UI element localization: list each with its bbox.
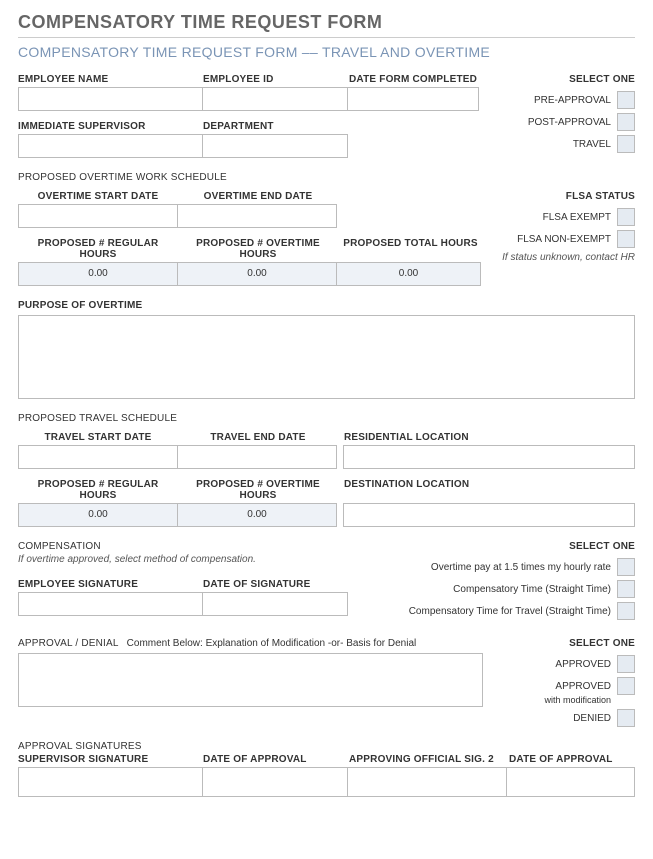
ot-start-input[interactable] (18, 204, 178, 228)
sup-sig-input[interactable] (18, 767, 203, 797)
date-completed-input[interactable] (347, 87, 479, 111)
purpose-input[interactable] (18, 315, 635, 399)
date1-input[interactable] (202, 767, 348, 797)
approved-mod-label: APPROVED (555, 681, 611, 692)
ot-end-label: OVERTIME END DATE (178, 191, 338, 202)
emp-sig-date-label: DATE OF SIGNATURE (203, 579, 349, 590)
emp-sig-input[interactable] (18, 592, 203, 616)
residential-label: RESIDENTIAL LOCATION (338, 432, 635, 443)
supervisor-input[interactable] (18, 134, 203, 158)
page-subtitle: COMPENSATORY TIME REQUEST FORM –– TRAVEL… (18, 44, 635, 60)
date2-input[interactable] (506, 767, 635, 797)
purpose-label: PURPOSE OF OVERTIME (18, 300, 635, 311)
pre-approval-checkbox[interactable] (617, 91, 635, 109)
travel-heading: PROPOSED TRAVEL SCHEDULE (18, 413, 635, 424)
approval-note: Comment Below: Explanation of Modificati… (127, 638, 417, 649)
travel-start-input[interactable] (18, 445, 178, 469)
flsa-exempt-label: FLSA EXEMPT (543, 212, 611, 223)
comp-opt1-label: Overtime pay at 1.5 times my hourly rate (431, 562, 611, 573)
destination-label: DESTINATION LOCATION (338, 479, 635, 501)
ot-end-input[interactable] (177, 204, 337, 228)
sup-sig-label: SUPERVISOR SIGNATURE (18, 754, 203, 765)
travel-start-label: TRAVEL START DATE (18, 432, 178, 443)
page-title: COMPENSATORY TIME REQUEST FORM (18, 12, 635, 38)
ot-start-label: OVERTIME START DATE (18, 191, 178, 202)
off2-label: APPROVING OFFICIAL SIG. 2 (349, 754, 509, 765)
comp-opt3-checkbox[interactable] (617, 602, 635, 620)
employee-id-label: EMPLOYEE ID (203, 74, 349, 85)
approved-label: APPROVED (555, 659, 611, 670)
select-one-label-2: SELECT ONE (370, 541, 635, 552)
overtime-heading: PROPOSED OVERTIME WORK SCHEDULE (18, 172, 635, 183)
flsa-nonexempt-label: FLSA NON-EXEMPT (517, 234, 611, 245)
comp-opt2-checkbox[interactable] (617, 580, 635, 598)
select-one-label-3: SELECT ONE (495, 638, 635, 649)
ot-ot-value[interactable]: 0.00 (177, 262, 337, 286)
travel-reg-label: PROPOSED # REGULAR HOURS (18, 479, 178, 501)
comp-opt3-label: Compensatory Time for Travel (Straight T… (409, 606, 611, 617)
travel-ot-value[interactable]: 0.00 (177, 503, 337, 527)
flsa-nonexempt-checkbox[interactable] (617, 230, 635, 248)
employee-name-label: EMPLOYEE NAME (18, 74, 203, 85)
pre-approval-label: PRE-APPROVAL (534, 95, 611, 106)
emp-sig-date-input[interactable] (202, 592, 348, 616)
date-completed-label: DATE FORM COMPLETED (349, 74, 481, 85)
employee-name-input[interactable] (18, 87, 203, 111)
ot-total-value[interactable]: 0.00 (336, 262, 481, 286)
select-one-label-1: SELECT ONE (495, 74, 635, 85)
approval-comment-input[interactable] (18, 653, 483, 707)
travel-checkbox[interactable] (617, 135, 635, 153)
department-input[interactable] (202, 134, 348, 158)
travel-end-input[interactable] (177, 445, 337, 469)
flsa-exempt-checkbox[interactable] (617, 208, 635, 226)
compensation-heading: COMPENSATION (18, 541, 370, 552)
denied-label: DENIED (573, 713, 611, 724)
travel-ot-label: PROPOSED # OVERTIME HOURS (178, 479, 338, 501)
flsa-heading: FLSA STATUS (495, 191, 635, 202)
approved-checkbox[interactable] (617, 655, 635, 673)
ot-total-label: PROPOSED TOTAL HOURS (338, 238, 483, 260)
supervisor-label: IMMEDIATE SUPERVISOR (18, 121, 203, 132)
ot-reg-label: PROPOSED # REGULAR HOURS (18, 238, 178, 260)
destination-input[interactable] (343, 503, 635, 527)
employee-id-input[interactable] (202, 87, 348, 111)
date2-label: DATE OF APPROVAL (509, 754, 635, 765)
comp-opt1-checkbox[interactable] (617, 558, 635, 576)
travel-end-label: TRAVEL END DATE (178, 432, 338, 443)
travel-reg-value[interactable]: 0.00 (18, 503, 178, 527)
ot-ot-label: PROPOSED # OVERTIME HOURS (178, 238, 338, 260)
approval-heading: APPROVAL / DENIAL (18, 638, 119, 649)
post-approval-checkbox[interactable] (617, 113, 635, 131)
flsa-note: If status unknown, contact HR (495, 252, 635, 263)
denied-checkbox[interactable] (617, 709, 635, 727)
travel-label: TRAVEL (573, 139, 611, 150)
comp-opt2-label: Compensatory Time (Straight Time) (453, 584, 611, 595)
ot-reg-value[interactable]: 0.00 (18, 262, 178, 286)
post-approval-label: POST-APPROVAL (528, 117, 611, 128)
department-label: DEPARTMENT (203, 121, 349, 132)
date1-label: DATE OF APPROVAL (203, 754, 349, 765)
emp-sig-label: EMPLOYEE SIGNATURE (18, 579, 203, 590)
residential-input[interactable] (343, 445, 635, 469)
sigs-heading: APPROVAL SIGNATURES (18, 741, 635, 752)
compensation-note: If overtime approved, select method of c… (18, 554, 370, 565)
approved-mod-checkbox[interactable] (617, 677, 635, 695)
approved-mod-sub: with modification (495, 695, 635, 705)
off2-input[interactable] (347, 767, 507, 797)
